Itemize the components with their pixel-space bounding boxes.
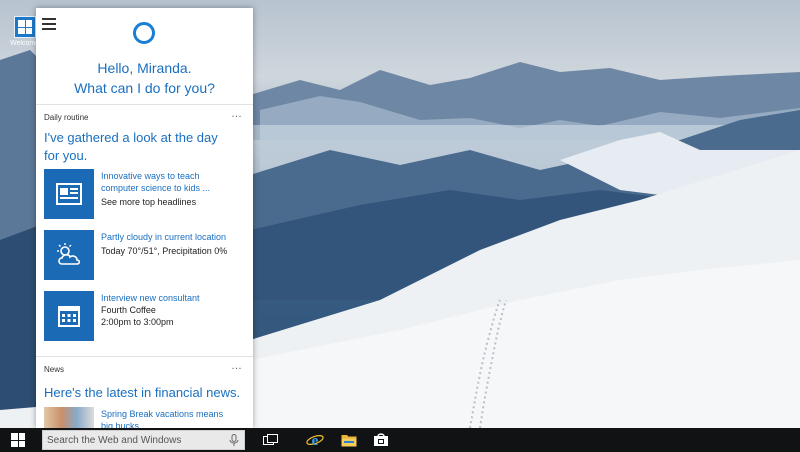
news-card[interactable]: Spring Break vacations means big bucks: [44, 407, 249, 428]
daily-routine-title-line-2: for you.: [44, 148, 88, 163]
calendar-icon: [44, 291, 94, 341]
news-header: News …: [36, 356, 253, 378]
news-thumbnail: [44, 407, 94, 428]
calendar-card[interactable]: Interview new consultant Fourth Coffee 2…: [44, 291, 249, 341]
event-title: Interview new consultant: [101, 293, 200, 303]
partly-cloudy-icon: [44, 230, 94, 280]
news-title: Here's the latest in financial news.: [44, 385, 241, 400]
daily-routine-label: Daily routine: [44, 113, 89, 122]
daily-routine-more-button[interactable]: …: [231, 108, 243, 120]
hamburger-menu-icon[interactable]: [42, 18, 56, 30]
news-label: News: [44, 365, 65, 374]
microphone-icon[interactable]: [229, 434, 239, 447]
greeting-line-1: Hello, Miranda.: [97, 60, 192, 76]
start-icon: [11, 433, 25, 447]
start-button[interactable]: [0, 428, 36, 452]
search-placeholder: Search the Web and Windows: [47, 435, 182, 446]
weather-condition: Partly cloudy in current location: [101, 232, 227, 242]
greeting-line-2: What can I do for you?: [74, 80, 215, 96]
daily-routine-header: Daily routine …: [36, 104, 253, 126]
search-box[interactable]: Search the Web and Windows: [42, 430, 245, 450]
news-headline-line-1: Spring Break vacations means: [101, 409, 224, 419]
see-more-headlines-link[interactable]: See more top headlines: [101, 196, 249, 208]
weather-card[interactable]: Partly cloudy in current location Today …: [44, 230, 249, 280]
cortana-greeting: Hello, Miranda. What can I do for you?: [36, 58, 253, 98]
task-view-icon[interactable]: [262, 431, 280, 449]
weather-forecast: Today 70°/51°, Precipitation 0%: [101, 246, 228, 256]
cortana-panel: Hello, Miranda. What can I do for you? D…: [36, 8, 253, 428]
news-more-button[interactable]: …: [231, 360, 243, 372]
headline-line-2: computer science to kids ...: [101, 183, 211, 193]
headline-card[interactable]: Innovative ways to teach computer scienc…: [44, 169, 249, 219]
daily-routine-title: I've gathered a look at the day for you.: [44, 129, 249, 165]
event-location: Fourth Coffee: [101, 305, 156, 315]
news-headline-line-2: big bucks: [101, 421, 140, 428]
daily-routine-title-line-1: I've gathered a look at the day: [44, 130, 218, 145]
headline-line-1: Innovative ways to teach: [101, 171, 200, 181]
file-explorer-icon[interactable]: [340, 431, 358, 449]
svg-text:e: e: [312, 433, 319, 448]
internet-explorer-icon[interactable]: e: [306, 431, 324, 449]
newspaper-icon: [44, 169, 94, 219]
windows-app-icon: [14, 16, 36, 38]
event-time: 2:00pm to 3:00pm: [101, 317, 174, 327]
cortana-circle-icon: [133, 22, 155, 44]
store-icon[interactable]: [372, 431, 390, 449]
taskbar: Search the Web and Windows e: [0, 428, 800, 452]
